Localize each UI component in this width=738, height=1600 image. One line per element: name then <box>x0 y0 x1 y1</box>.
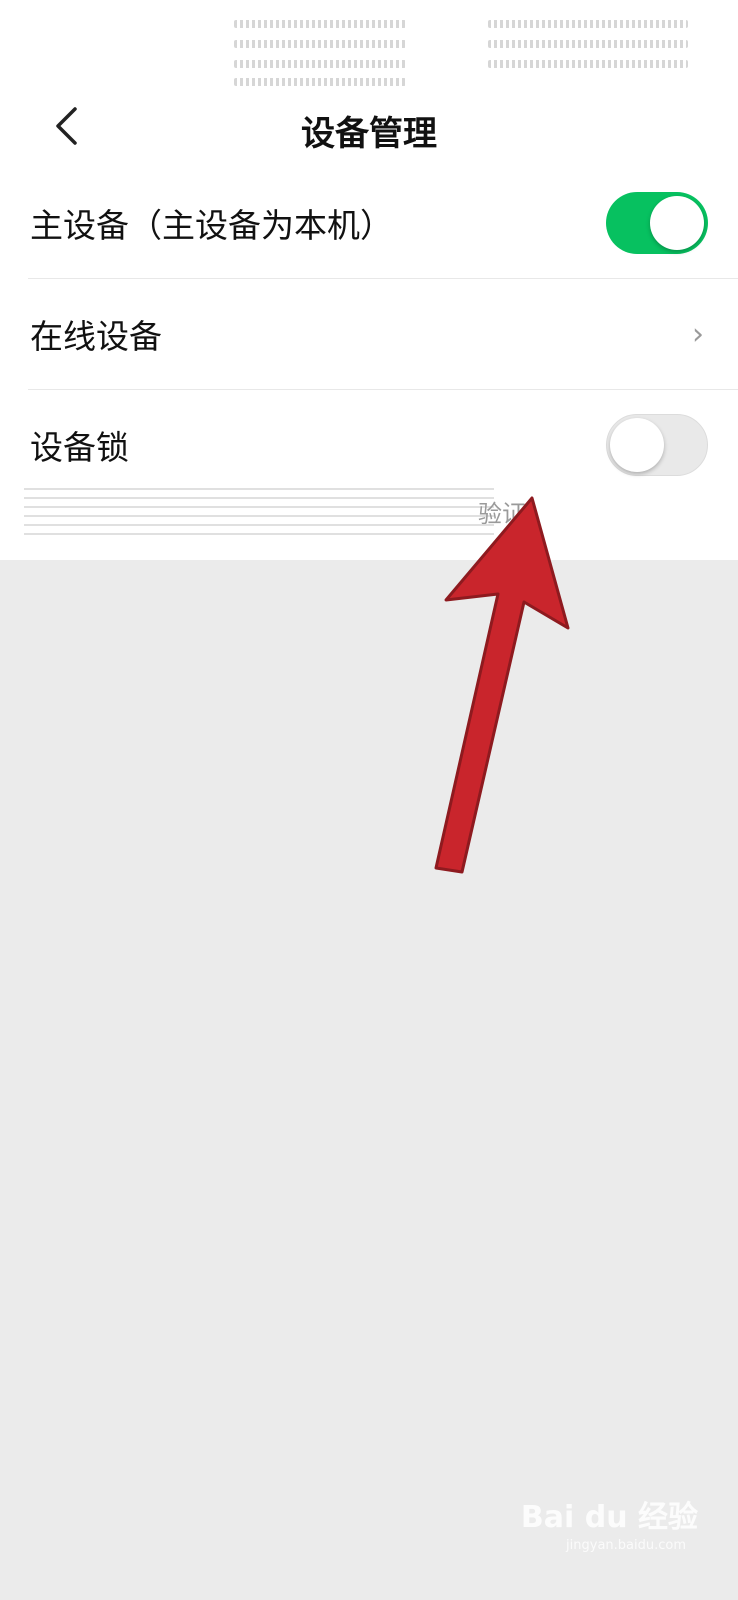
online-devices-row[interactable]: 在线设备 › <box>30 279 738 389</box>
status-bar-blur <box>234 40 406 48</box>
watermark-url: jingyan.baidu.com <box>566 1538 686 1553</box>
chevron-right-icon: › <box>692 316 704 352</box>
status-bar-blur <box>234 78 406 86</box>
toggle-knob <box>650 196 704 250</box>
status-bar-blur <box>488 60 688 68</box>
primary-device-row: 主设备（主设备为本机） <box>30 168 738 278</box>
page-title: 设备管理 <box>301 114 437 154</box>
watermark-logo: Bai du 经验 <box>520 1500 698 1535</box>
status-bar-blur <box>488 40 688 48</box>
primary-device-label: 主设备（主设备为本机） <box>30 206 393 245</box>
status-bar-blur <box>234 60 406 68</box>
device-lock-label: 设备锁 <box>30 428 129 467</box>
device-lock-row: 设备锁 <box>30 390 738 500</box>
settings-panel: 设备管理 主设备（主设备为本机） 在线设备 › 设备锁 验证 <box>0 0 738 560</box>
status-bar-blur <box>234 20 406 28</box>
annotation-arrow-icon <box>434 496 570 874</box>
toggle-knob <box>610 418 664 472</box>
nav-bar: 设备管理 <box>0 92 738 162</box>
device-lock-toggle[interactable] <box>606 414 708 476</box>
primary-device-toggle[interactable] <box>606 192 708 254</box>
status-bar-blur <box>488 20 688 28</box>
online-devices-label: 在线设备 <box>30 317 162 356</box>
